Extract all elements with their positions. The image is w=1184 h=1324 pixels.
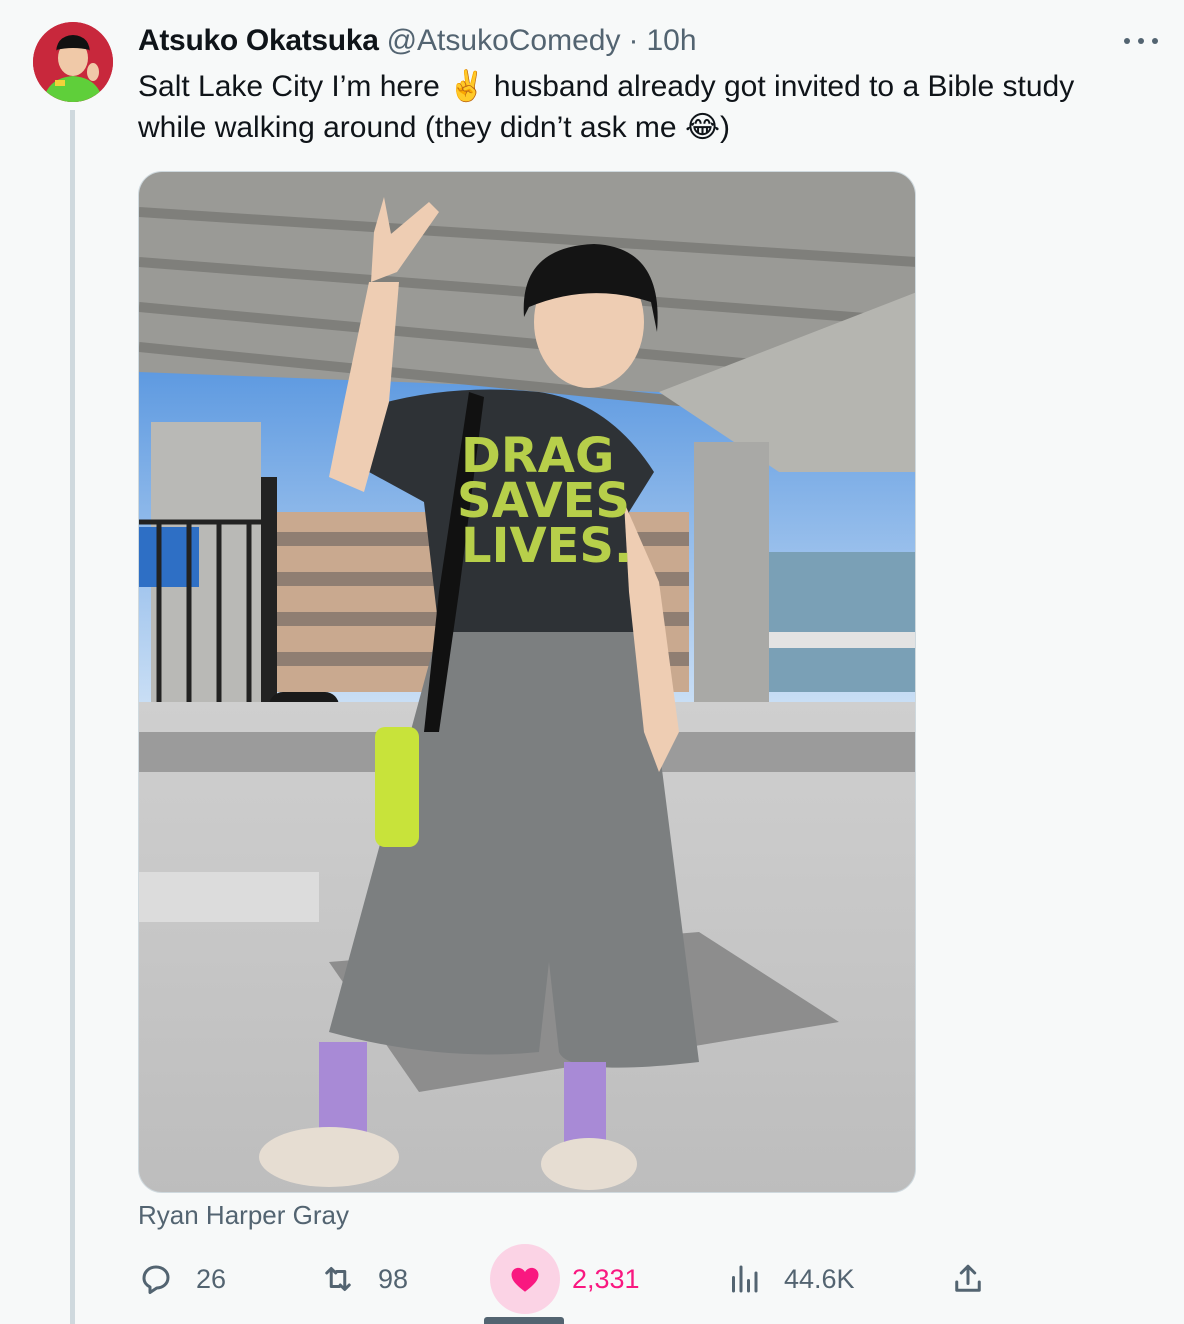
tweet-photo[interactable]: DRAG SAVES LIVES. bbox=[138, 171, 916, 1193]
timestamp[interactable]: 10h bbox=[646, 24, 696, 58]
repost-icon bbox=[325, 1267, 351, 1291]
thread-line bbox=[70, 110, 75, 1324]
share-button[interactable] bbox=[950, 1244, 986, 1314]
heart-icon bbox=[511, 1267, 539, 1292]
repost-button[interactable]: 98 bbox=[320, 1244, 408, 1314]
like-count: 2,331 bbox=[572, 1263, 640, 1294]
more-options-icon[interactable] bbox=[1124, 30, 1158, 52]
separator-dot: · bbox=[628, 24, 639, 57]
views-button[interactable]: 44.6K bbox=[726, 1244, 855, 1314]
shirt-text-line-3: LIVES. bbox=[461, 518, 632, 574]
tweet-text: Salt Lake City I’m here ✌️ husband alrea… bbox=[138, 66, 1148, 148]
share-icon bbox=[955, 1264, 981, 1292]
tweet: Atsuko Okatsuka @AtsukoComedy · 10h Salt… bbox=[0, 0, 1184, 1324]
display-name[interactable]: Atsuko Okatsuka bbox=[138, 24, 379, 58]
tweet-text-part-3: ) bbox=[720, 111, 731, 144]
like-highlight bbox=[490, 1244, 560, 1314]
peace-emoji-icon: ✌️ bbox=[448, 70, 486, 103]
reply-button[interactable]: 26 bbox=[138, 1244, 226, 1314]
repost-count: 98 bbox=[378, 1263, 409, 1294]
action-bar: 26 98 2,331 44.6K bbox=[0, 1244, 1184, 1314]
tweet-header: Atsuko Okatsuka @AtsukoComedy · 10h bbox=[138, 24, 697, 62]
photo-credit[interactable]: Ryan Harper Gray bbox=[138, 1200, 349, 1231]
tweet-text-part-1: Salt Lake City I’m here bbox=[138, 70, 449, 103]
like-button[interactable]: 2,331 bbox=[490, 1244, 640, 1314]
handle[interactable]: @AtsukoComedy bbox=[387, 24, 621, 58]
view-count: 44.6K bbox=[784, 1263, 855, 1294]
scroll-indicator bbox=[484, 1317, 564, 1324]
reply-count: 26 bbox=[196, 1263, 227, 1294]
reply-icon bbox=[142, 1265, 170, 1294]
analytics-icon bbox=[732, 1265, 758, 1293]
author-avatar[interactable] bbox=[33, 22, 113, 102]
laughing-emoji-icon: 😂 bbox=[684, 111, 721, 144]
